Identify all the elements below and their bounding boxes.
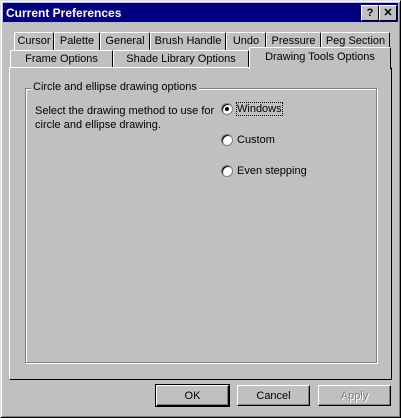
- tab-drawing-tools-options[interactable]: Drawing Tools Options: [249, 47, 391, 69]
- tab-frame-options[interactable]: Frame Options: [10, 50, 113, 68]
- close-button[interactable]: ✕: [379, 5, 397, 21]
- help-button[interactable]: ?: [361, 5, 379, 21]
- radio-label-windows[interactable]: Windows: [236, 102, 283, 116]
- title-bar: Current Preferences ? ✕: [3, 3, 398, 22]
- radio-label-custom[interactable]: Custom: [237, 134, 275, 146]
- tab-general[interactable]: General: [100, 32, 150, 50]
- ok-button[interactable]: OK: [155, 384, 230, 407]
- tab-cursor[interactable]: Cursor: [14, 32, 54, 50]
- radio-even-stepping[interactable]: [221, 165, 233, 177]
- cancel-button[interactable]: Cancel: [237, 385, 310, 406]
- tab-shade-library-options[interactable]: Shade Library Options: [113, 50, 249, 68]
- window-title: Current Preferences: [6, 6, 122, 20]
- radio-label-even-stepping[interactable]: Even stepping: [237, 165, 307, 177]
- group-description: Select the drawing method to use for cir…: [35, 105, 215, 131]
- apply-button[interactable]: Apply: [318, 385, 391, 406]
- radio-windows[interactable]: [221, 103, 233, 115]
- radio-custom[interactable]: [221, 134, 233, 146]
- tab-brush-handle[interactable]: Brush Handle: [150, 32, 226, 50]
- tab-palette[interactable]: Palette: [54, 32, 100, 50]
- group-label: Circle and ellipse drawing options: [31, 81, 199, 93]
